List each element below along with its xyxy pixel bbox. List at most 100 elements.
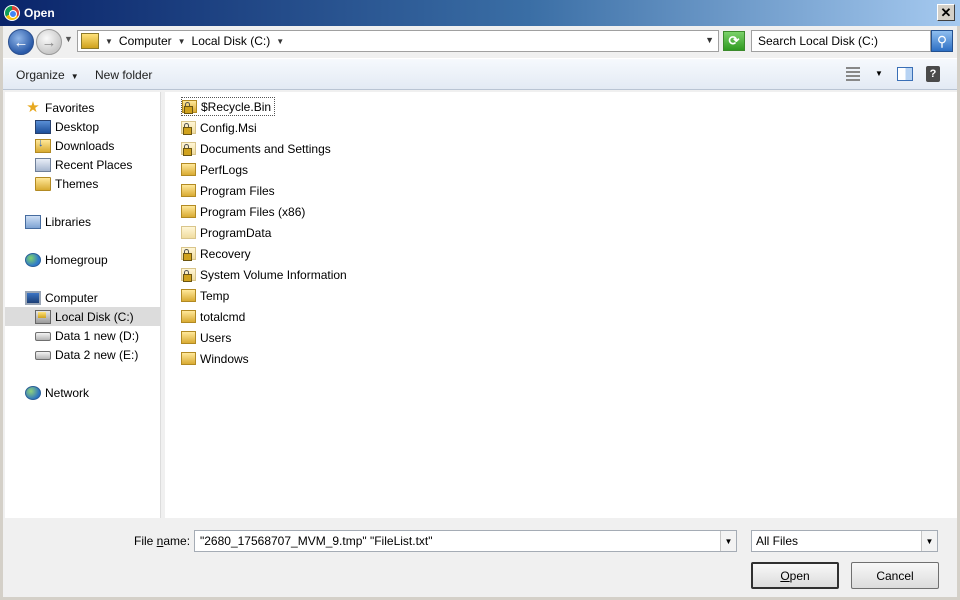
star-icon: ★ — [26, 98, 40, 116]
nav-item-downloads[interactable]: Downloads — [35, 136, 114, 155]
locked-folder-icon — [181, 121, 196, 135]
search-icon[interactable]: ⚲ — [931, 30, 953, 52]
drive-icon — [35, 332, 51, 341]
nav-item-local-disk-c[interactable]: Local Disk (C:) — [5, 307, 160, 326]
address-row: ← → ▼ ▼ Computer ▼ Local Disk (C:) ▼ ▼ ⟳… — [3, 26, 957, 58]
network-icon — [25, 385, 41, 400]
chevron-down-icon[interactable]: ▼ — [720, 531, 736, 551]
list-item[interactable]: ProgramData — [181, 223, 274, 242]
nav-item-recent-places[interactable]: Recent Places — [35, 155, 132, 174]
nav-computer[interactable]: Computer — [25, 288, 98, 307]
nav-favorites[interactable]: ★ Favorites — [25, 98, 94, 117]
file-name: Windows — [200, 351, 249, 366]
list-item[interactable]: Users — [181, 328, 234, 347]
folder-icon — [35, 176, 51, 191]
nav-libraries[interactable]: Libraries — [25, 212, 91, 231]
folder-icon — [181, 205, 196, 218]
preview-pane-icon[interactable] — [897, 67, 913, 81]
list-item[interactable]: $Recycle.Bin — [181, 97, 276, 116]
nav-homegroup[interactable]: Homegroup — [25, 250, 108, 269]
folder-icon — [181, 352, 196, 365]
file-name: Temp — [200, 288, 230, 303]
locked-folder-icon — [182, 100, 197, 114]
nav-label: Recent Places — [55, 157, 133, 172]
list-item[interactable]: Program Files — [181, 181, 278, 200]
chevron-right-icon[interactable]: ▼ — [178, 37, 186, 46]
open-button-label: Open — [780, 569, 809, 583]
downloads-folder-icon — [35, 137, 51, 153]
folder-icon — [181, 163, 196, 176]
nav-label: Computer — [45, 290, 98, 305]
open-button[interactable]: Open — [751, 562, 839, 589]
list-item[interactable]: Recovery — [181, 244, 254, 263]
file-name: ProgramData — [200, 225, 272, 240]
libraries-icon — [25, 214, 41, 229]
help-icon[interactable]: ? — [926, 66, 940, 82]
title-bar: Open ✕ — [0, 0, 960, 26]
folder-icon — [181, 310, 196, 323]
nav-label: Local Disk (C:) — [55, 309, 134, 324]
list-item[interactable]: Documents and Settings — [181, 139, 334, 158]
locked-folder-icon — [181, 247, 196, 261]
close-button[interactable]: ✕ — [937, 4, 955, 21]
file-name-label: File name: — [134, 534, 190, 548]
nav-label: Data 1 new (D:) — [55, 328, 140, 343]
command-bar: Organize ▼ New folder ▼ ? — [3, 58, 957, 90]
open-accesskey: O — [780, 568, 790, 583]
chevron-right-icon[interactable]: ▼ — [276, 37, 284, 46]
organize-button[interactable]: Organize ▼ — [16, 68, 79, 82]
open-label-rest: pen — [789, 568, 810, 583]
dialog-body: ← → ▼ ▼ Computer ▼ Local Disk (C:) ▼ ▼ ⟳… — [3, 26, 957, 597]
address-dropdown[interactable]: ▼ — [705, 35, 714, 45]
computer-icon — [25, 290, 41, 305]
address-bar[interactable]: ▼ Computer ▼ Local Disk (C:) ▼ ▼ — [77, 30, 719, 52]
refresh-button[interactable]: ⟳ — [723, 31, 745, 51]
list-item[interactable]: Windows — [181, 349, 252, 368]
nav-item-data-2-e[interactable]: Data 2 new (E:) — [35, 345, 138, 364]
forward-button[interactable]: → — [36, 29, 62, 55]
file-name: Program Files — [200, 183, 275, 198]
nav-label: Homegroup — [45, 252, 108, 267]
list-item[interactable]: PerfLogs — [181, 160, 251, 179]
nav-label: Favorites — [45, 100, 95, 115]
new-folder-button[interactable]: New folder — [95, 68, 152, 82]
nav-item-themes[interactable]: Themes — [35, 174, 98, 193]
view-options-dropdown[interactable]: ▼ — [875, 69, 883, 78]
nav-label: Libraries — [45, 214, 92, 229]
list-item[interactable]: Program Files (x86) — [181, 202, 308, 221]
hidden-folder-icon — [181, 226, 196, 239]
list-item[interactable]: Config.Msi — [181, 118, 260, 137]
change-view-icon[interactable] — [846, 67, 860, 81]
back-button[interactable]: ← — [8, 29, 34, 55]
nav-label: Themes — [55, 176, 99, 191]
locked-folder-icon — [181, 142, 196, 156]
cancel-button[interactable]: Cancel — [851, 562, 939, 589]
organize-label: Organize — [16, 68, 65, 82]
nav-label: Downloads — [55, 138, 115, 153]
file-name-value: "2680_17568707_MVM_9.tmp" "FileList.txt" — [200, 534, 433, 548]
file-type-select[interactable]: All Files ▼ — [751, 530, 938, 552]
navigation-pane: ★ Favorites Desktop Downloads Recent Pla… — [5, 92, 161, 518]
nav-network[interactable]: Network — [25, 383, 89, 402]
file-type-value: All Files — [756, 534, 799, 548]
desktop-icon — [35, 119, 51, 134]
nav-item-data-1-d[interactable]: Data 1 new (D:) — [35, 326, 139, 345]
file-name-area: File name: "2680_17568707_MVM_9.tmp" "Fi… — [3, 519, 957, 597]
file-name: $Recycle.Bin — [201, 99, 272, 114]
nav-label: Desktop — [55, 119, 100, 134]
list-item[interactable]: Temp — [181, 286, 232, 305]
chevron-down-icon[interactable]: ▼ — [921, 531, 937, 551]
breadcrumb-computer[interactable]: Computer — [119, 34, 172, 48]
breadcrumb-local-disk[interactable]: Local Disk (C:) — [192, 34, 271, 48]
recent-places-icon — [35, 157, 51, 172]
file-name: Program Files (x86) — [200, 204, 306, 219]
nav-item-desktop[interactable]: Desktop — [35, 117, 99, 136]
recent-locations-dropdown[interactable]: ▼ — [64, 34, 73, 44]
file-name-field[interactable]: "2680_17568707_MVM_9.tmp" "FileList.txt"… — [194, 530, 737, 552]
list-item[interactable]: totalcmd — [181, 307, 248, 326]
nav-label: Network — [45, 385, 90, 400]
chevron-right-icon[interactable]: ▼ — [105, 37, 113, 46]
search-input[interactable]: Search Local Disk (C:) — [751, 30, 931, 52]
folder-icon — [181, 184, 196, 197]
list-item[interactable]: System Volume Information — [181, 265, 350, 284]
